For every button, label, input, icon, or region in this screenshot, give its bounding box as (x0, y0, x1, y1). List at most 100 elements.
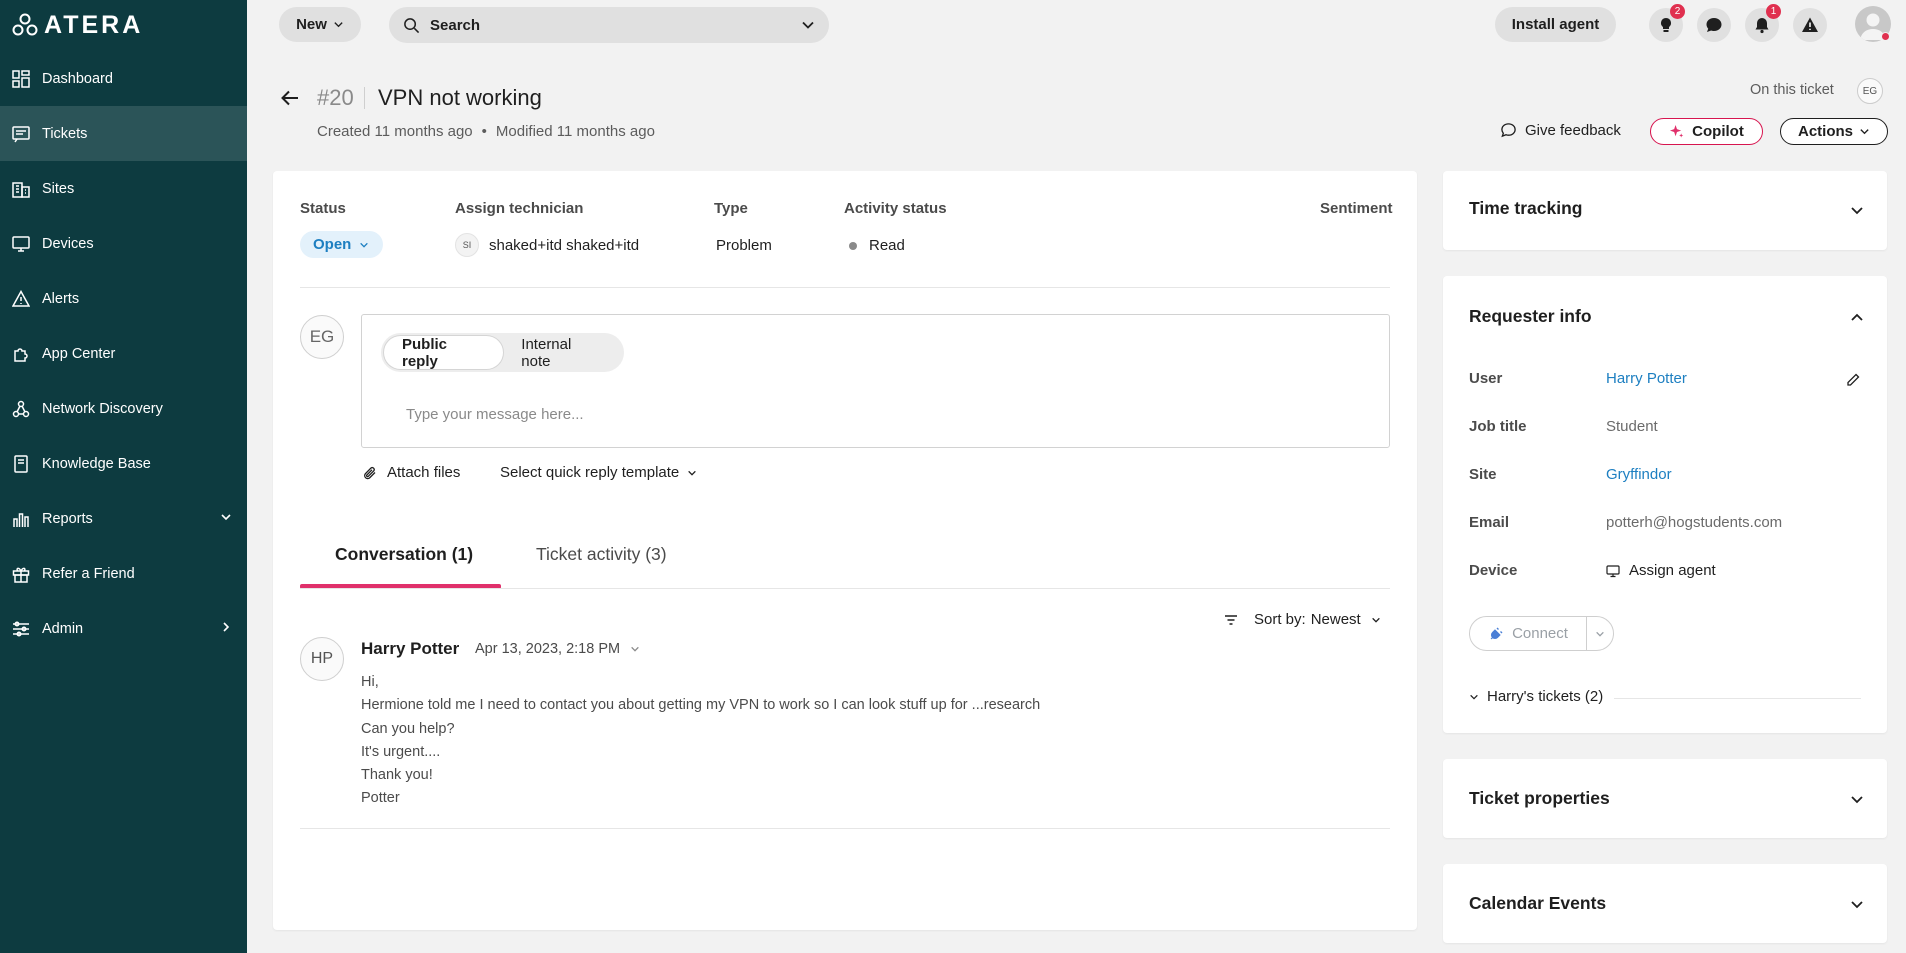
sort-dropdown[interactable]: Sort by: Newest (1224, 611, 1381, 628)
chevron-down-icon[interactable] (1849, 791, 1865, 807)
sidebar-item-network-discovery[interactable]: Network Discovery (0, 381, 247, 436)
tips-button[interactable]: 2 (1649, 4, 1685, 42)
meta-separator: • (481, 123, 487, 140)
warning-icon (1802, 17, 1818, 32)
divider (364, 87, 365, 109)
assign-agent-button[interactable]: Assign agent (1606, 562, 1716, 579)
sidebar-item-app-center[interactable]: App Center (0, 326, 247, 381)
message-line: Thank you! (361, 767, 433, 784)
status-dot (1881, 32, 1890, 41)
ticket-properties-title: Ticket properties (1469, 788, 1610, 808)
sidebar-item-devices[interactable]: Devices (0, 216, 247, 271)
edit-pencil-icon[interactable] (1845, 372, 1861, 388)
message-input[interactable] (406, 406, 1306, 423)
viewer-avatar[interactable]: EG (1857, 78, 1883, 104)
type-dropdown[interactable]: Problem (716, 237, 772, 254)
chevron-down-icon[interactable] (801, 18, 815, 32)
connect-button[interactable]: Connect (1470, 617, 1587, 650)
lightbulb-icon (1661, 18, 1671, 32)
message-time-text: Apr 13, 2023, 2:18 PM (475, 641, 621, 657)
divider (300, 287, 1390, 288)
paperclip-icon (364, 466, 376, 479)
reports-icon (12, 510, 30, 528)
tab-ticket-activity[interactable]: Ticket activity (3) (536, 544, 667, 565)
job-title-label: Job title (1469, 418, 1527, 435)
give-feedback-button[interactable]: Give feedback (1500, 122, 1621, 139)
filter-icon (1225, 614, 1237, 625)
chevron-down-icon (1860, 129, 1869, 135)
copilot-label: Copilot (1692, 123, 1744, 140)
tab-conversation[interactable]: Conversation (1) (335, 544, 473, 565)
sidebar-item-label: Reports (42, 510, 93, 527)
atera-logo[interactable]: ATERA (12, 10, 144, 39)
quick-reply-template-dropdown[interactable]: Select quick reply template (500, 464, 697, 481)
on-this-ticket-label: On this ticket (1750, 82, 1834, 98)
monitor-icon (1606, 564, 1620, 577)
alerts-button[interactable] (1793, 8, 1827, 42)
notifications-button[interactable]: 1 (1745, 4, 1781, 42)
message-timestamp[interactable]: Apr 13, 2023, 2:18 PM (475, 641, 640, 657)
new-button-label: New (296, 16, 327, 33)
admin-icon (12, 620, 30, 638)
calendar-events-panel[interactable]: Calendar Events (1443, 864, 1887, 943)
chevron-up-icon[interactable] (1849, 309, 1865, 325)
feedback-icon (1501, 123, 1516, 138)
new-button[interactable]: New (279, 7, 361, 42)
message-author: Harry Potter (361, 639, 460, 658)
user-link[interactable]: Harry Potter (1606, 370, 1687, 387)
user-label: User (1469, 370, 1503, 387)
chevron-down-icon (1470, 694, 1478, 700)
attach-files-label: Attach files (387, 464, 461, 481)
assign-technician-label: Assign technician (455, 200, 584, 217)
notifications-badge: 1 (1766, 4, 1781, 19)
ticket-meta: Created 11 months ago • Modified 11 mont… (317, 123, 655, 140)
message-line: Can you help? (361, 720, 455, 737)
reply-author-avatar: EG (300, 315, 344, 359)
connect-icon (1490, 627, 1503, 639)
requester-tickets-toggle[interactable]: Harry's tickets (2) (1469, 688, 1603, 705)
sidebar-item-refer-a-friend[interactable]: Refer a Friend (0, 546, 247, 601)
chat-button[interactable] (1697, 8, 1731, 42)
status-label: Status (300, 200, 346, 217)
sidebar-item-sites[interactable]: Sites (0, 161, 247, 216)
sidebar-item-knowledge-base[interactable]: Knowledge Base (0, 436, 247, 491)
brand-name: ATERA (44, 10, 144, 39)
copilot-button[interactable]: Copilot (1650, 118, 1763, 145)
attach-files-button[interactable]: Attach files (362, 464, 460, 481)
requester-device-row: Device Assign agent (1469, 562, 1861, 582)
sidebar-item-dashboard[interactable]: Dashboard (0, 51, 247, 106)
chevron-down-icon (360, 242, 369, 248)
sidebar-item-admin[interactable]: Admin (0, 601, 247, 656)
activity-status-value: Read (849, 237, 905, 254)
activity-status-text: Read (869, 237, 905, 254)
message-line: It's urgent.... (361, 743, 441, 760)
chevron-down-icon[interactable] (1849, 202, 1865, 218)
sidebar-item-tickets[interactable]: Tickets (0, 106, 247, 161)
sparkle-icon (1670, 124, 1684, 138)
chevron-down-icon[interactable] (219, 510, 233, 524)
technician-name: shaked+itd shaked+itd (489, 236, 640, 254)
actions-button[interactable]: Actions (1780, 118, 1888, 145)
time-tracking-panel[interactable]: Time tracking (1443, 171, 1887, 250)
tab-internal-note[interactable]: Internal note (503, 336, 621, 370)
status-dropdown[interactable]: Open (300, 231, 384, 258)
sidebar-item-label: Refer a Friend (42, 565, 135, 582)
connect-split-button: Connect (1469, 616, 1614, 651)
site-link[interactable]: Gryffindor (1606, 466, 1672, 483)
type-label: Type (714, 200, 748, 217)
sidebar-item-reports[interactable]: Reports (0, 491, 247, 546)
install-agent-button[interactable]: Install agent (1495, 7, 1616, 42)
back-arrow-icon[interactable] (279, 87, 301, 109)
connect-dropdown[interactable] (1587, 629, 1613, 639)
chevron-down-icon[interactable] (1849, 896, 1865, 912)
chevron-right-icon[interactable] (219, 620, 233, 634)
sidebar-item-label: Tickets (42, 125, 88, 142)
technician-avatar: SI (455, 233, 479, 257)
tab-public-reply[interactable]: Public reply (384, 336, 504, 370)
assign-technician-dropdown[interactable]: SI shaked+itd shaked+itd (455, 233, 639, 257)
search-icon (404, 17, 420, 33)
sidebar-item-alerts[interactable]: Alerts (0, 271, 247, 326)
ticket-properties-panel[interactable]: Ticket properties (1443, 759, 1887, 838)
requester-info-panel: Requester info User Harry Potter Job tit… (1443, 276, 1887, 733)
search-bar[interactable]: Search (389, 7, 829, 43)
